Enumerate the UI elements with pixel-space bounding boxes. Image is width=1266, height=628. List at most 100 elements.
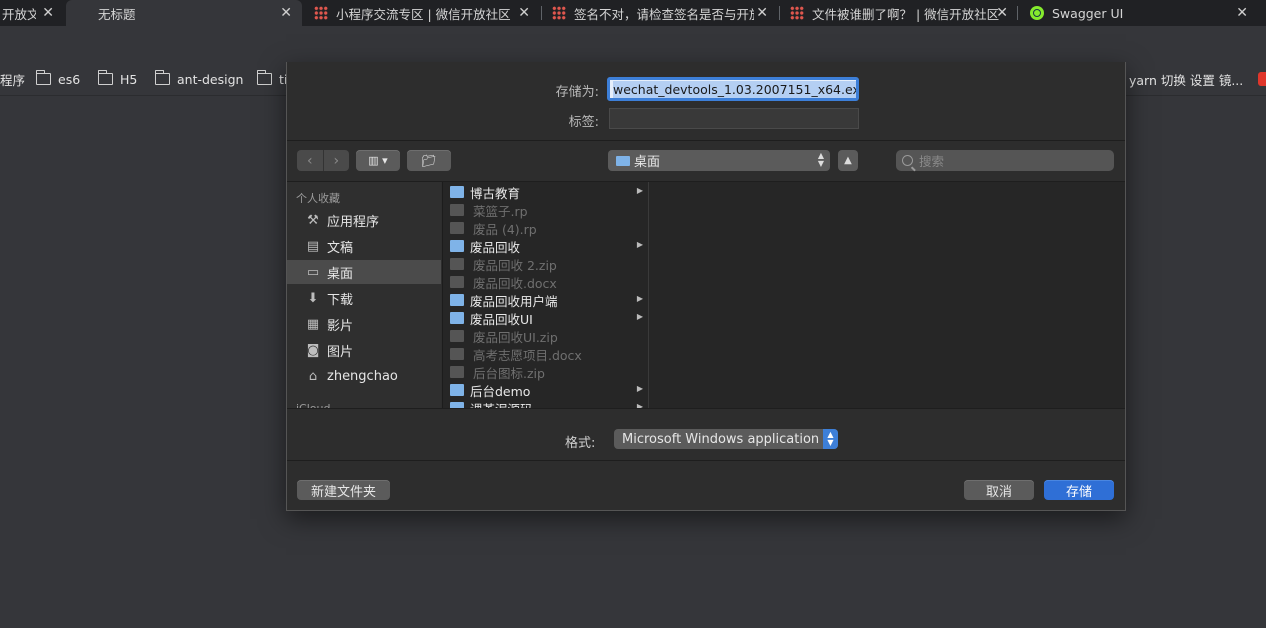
divider <box>287 460 1125 461</box>
search-placeholder: 搜索 <box>919 154 945 169</box>
file-icon <box>450 204 464 216</box>
bookmark-ant-design[interactable]: ant-design <box>154 62 244 96</box>
sidebar-item-label: 应用程序 <box>327 214 380 230</box>
tab-open-doc[interactable]: 开放文 ✕ <box>0 0 60 26</box>
file-item[interactable]: 后台图标.zip <box>443 363 648 381</box>
tab-signature-error[interactable]: 签名不对，请检查签名是否与开放 ✕ <box>542 0 778 26</box>
folder-icon <box>450 186 464 198</box>
close-icon[interactable]: ✕ <box>42 5 54 21</box>
sidebar-item-applications[interactable]: ⚒ 应用程序 <box>287 208 441 232</box>
bookmark-es6[interactable]: es6 <box>35 62 80 96</box>
sidebar-item-desktop[interactable]: ▭ 桌面 <box>287 260 441 284</box>
new-folder-button[interactable]: 新建文件夹 <box>297 480 390 500</box>
close-icon[interactable]: ✕ <box>756 5 768 21</box>
file-name: 废品回收 <box>470 239 521 255</box>
tab-untitled[interactable]: 无标题 ✕ <box>66 0 302 26</box>
tab-title: 文件被谁删了啊？ | 微信开放社区 <box>812 6 1000 22</box>
file-item[interactable]: 高考志愿项目.docx <box>443 345 648 363</box>
tab-swagger[interactable]: Swagger UI ✕ <box>1018 0 1254 26</box>
sidebar-item-home[interactable]: ⌂ zhengchao <box>287 364 441 388</box>
close-icon[interactable]: ✕ <box>280 5 292 21</box>
location-value: 桌面 <box>634 155 661 170</box>
folder-item[interactable]: 博古教育 ▶ <box>443 183 648 201</box>
bookmark-label: yarn 切换 设置 镜... <box>1129 72 1244 88</box>
save-as-label: 存储为: <box>555 85 599 100</box>
close-icon[interactable]: ✕ <box>1236 5 1248 21</box>
file-name: 后台图标.zip <box>473 365 545 381</box>
folder-icon <box>616 155 630 166</box>
desktop-icon: ▭ <box>306 264 320 280</box>
view-mode-button[interactable]: ▥ ▾ <box>356 150 400 171</box>
file-item[interactable]: 废品回收.docx <box>443 273 648 291</box>
format-label: 格式: <box>565 436 596 451</box>
collapse-button[interactable]: ▲ <box>838 150 858 171</box>
sidebar-item-label: 图片 <box>327 344 354 360</box>
bookmark-h5[interactable]: H5 <box>97 62 137 96</box>
preview-column <box>648 182 1125 408</box>
tags-input[interactable] <box>609 108 859 129</box>
file-icon <box>450 348 464 360</box>
file-name: 博古教育 <box>470 185 521 201</box>
format-select[interactable]: Microsoft Windows application ▲ ▼ <box>614 429 838 449</box>
folder-item[interactable]: 课革泥源码▶ <box>443 399 648 408</box>
location-select[interactable]: 桌面 ▲ ▼ <box>608 150 830 171</box>
file-icon <box>450 276 464 288</box>
folder-icon <box>97 70 113 85</box>
close-icon[interactable]: ✕ <box>518 5 530 21</box>
sidebar-item-movies[interactable]: ▦ 影片 <box>287 312 441 336</box>
file-item[interactable]: 废品回收 2.zip <box>443 255 648 273</box>
disclosure-arrow-icon: ▶ <box>636 312 643 321</box>
tab-miniprogram-forum[interactable]: 小程序交流专区 | 微信开放社区 ✕ <box>304 0 540 26</box>
movies-icon: ▦ <box>306 316 320 332</box>
bookmark-partial[interactable]: ti <box>256 62 287 96</box>
applications-icon: ⚒ <box>307 212 319 228</box>
extension-icon[interactable] <box>1258 72 1266 86</box>
sidebar-item-downloads[interactable]: ⬇ 下载 <box>287 286 441 310</box>
save-as-value: wechat_devtools_1.03.2007151_x64.exe <box>613 80 856 98</box>
disclosure-arrow-icon: ▶ <box>636 384 643 393</box>
sidebar-item-pictures[interactable]: ◙ 图片 <box>287 338 441 362</box>
finder-sidebar: 个人收藏 ⚒ 应用程序 ▤ 文稿 ▭ 桌面 ⬇ 下载 ▦ 影片 ◙ 图片 ⌂ z… <box>287 182 441 408</box>
folder-icon <box>256 70 272 85</box>
search-input[interactable]: 搜索 <box>896 150 1114 171</box>
folder-item[interactable]: 废品回收用户端 ▶ <box>443 291 648 309</box>
bookmark-label: ant-design <box>177 71 244 87</box>
tab-title: 签名不对，请检查签名是否与开放 <box>574 6 754 22</box>
bookmark-program[interactable]: 程序 <box>0 62 25 96</box>
save-dialog: 存储为: wechat_devtools_1.03.2007151_x64.ex… <box>286 62 1126 511</box>
save-button[interactable]: 存储 <box>1044 480 1114 500</box>
new-folder-icon-button[interactable]: 📁︎ <box>407 150 451 171</box>
cancel-button[interactable]: 取消 <box>964 480 1034 500</box>
wechat-grid-icon <box>552 6 566 20</box>
close-icon[interactable]: ✕ <box>996 5 1008 21</box>
forward-button[interactable]: › <box>323 150 349 171</box>
file-item[interactable]: 废品 (4).rp <box>443 219 648 237</box>
file-item[interactable]: 菜篮子.rp <box>443 201 648 219</box>
save-as-input[interactable]: wechat_devtools_1.03.2007151_x64.exe <box>607 77 859 101</box>
tab-file-deleted[interactable]: 文件被谁删了啊？ | 微信开放社区 ✕ <box>780 0 1016 26</box>
folder-item[interactable]: 废品回收 ▶ <box>443 237 648 255</box>
back-button[interactable]: ‹ <box>297 150 324 171</box>
tab-title: 小程序交流专区 | 微信开放社区 <box>336 6 511 22</box>
nav-buttons: ‹ › <box>297 150 349 171</box>
file-name: 废品回收.docx <box>473 275 557 291</box>
bookmark-yarn[interactable]: yarn 切换 设置 镜... <box>1129 62 1243 96</box>
sidebar-item-label: 桌面 <box>327 266 354 282</box>
file-name: 废品回收 2.zip <box>473 257 557 273</box>
folder-icon <box>450 240 464 252</box>
sidebar-item-label: 下载 <box>327 292 354 308</box>
browser-tab-strip: 开放文 ✕ 无标题 ✕ 小程序交流专区 | 微信开放社区 ✕ 签名不对，请检查签… <box>0 0 1266 26</box>
wechat-grid-icon <box>314 6 328 20</box>
file-name: 菜篮子.rp <box>473 203 528 219</box>
folder-item[interactable]: 后台demo ▶ <box>443 381 648 399</box>
file-item[interactable]: 废品回收UI.zip <box>443 327 648 345</box>
search-icon <box>902 155 913 166</box>
browser-toolbar <box>0 26 1266 62</box>
sidebar-item-documents[interactable]: ▤ 文稿 <box>287 234 441 258</box>
home-icon: ⌂ <box>308 368 318 384</box>
file-icon <box>450 330 464 342</box>
chevron-updown-icon: ▲ ▼ <box>817 151 824 168</box>
favorites-header: 个人收藏 <box>296 192 340 205</box>
folder-item[interactable]: 废品回收UI ▶ <box>443 309 648 327</box>
divider <box>287 408 1125 409</box>
